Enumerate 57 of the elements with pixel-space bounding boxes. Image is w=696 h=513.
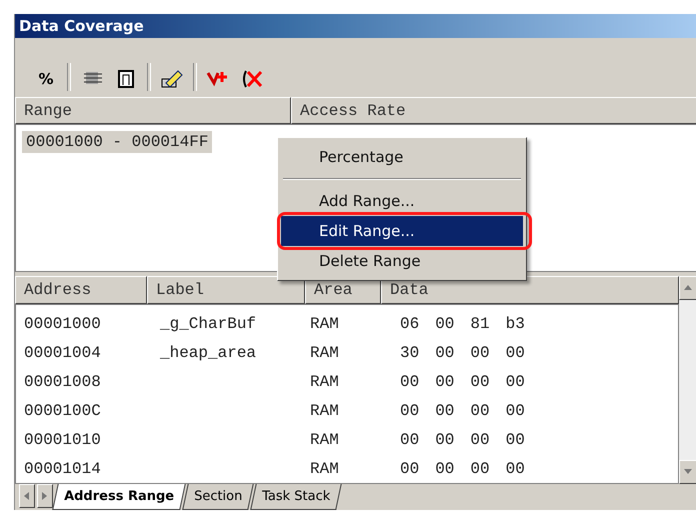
- column-header[interactable]: Range: [15, 96, 291, 124]
- area-cell-text: RAM: [310, 460, 340, 478]
- data-cell: 00: [435, 372, 454, 391]
- data-cell: 00: [470, 402, 490, 420]
- area-cell-text: RAM: [310, 402, 340, 420]
- address-cell-text: 00001010: [23, 430, 102, 449]
- data-cell: 00: [470, 460, 490, 478]
- window-title: Data Coverage: [15, 14, 696, 38]
- address-cell-text: 00001008: [23, 372, 102, 391]
- data-cell: 00: [435, 430, 454, 449]
- data-cell: 00: [400, 430, 420, 449]
- address-cell-text: 0000100C: [23, 402, 102, 420]
- tab[interactable]: Address Range: [52, 484, 186, 510]
- column-header[interactable]: Access Rate: [291, 96, 696, 124]
- pencil-icon: [160, 68, 184, 89]
- data-cell: 00: [435, 402, 454, 420]
- vertical-scrollbar[interactable]: [679, 276, 696, 484]
- address-cell-text: 00001004: [23, 344, 102, 362]
- menu-item[interactable]: Percentage: [281, 142, 523, 172]
- data-cell: 00: [470, 372, 490, 391]
- percentage-button[interactable]: %: [33, 66, 59, 91]
- data-cell: 00: [506, 430, 525, 449]
- data-cell: 06: [400, 314, 420, 333]
- data-cell: 30: [400, 344, 420, 362]
- tab[interactable]: Section: [182, 484, 254, 510]
- data-cell: 00: [435, 460, 454, 478]
- frame-icon: [118, 70, 134, 88]
- label-cell-text: _g_CharBuf: [160, 314, 258, 333]
- label-cell-text: _heap_area: [160, 344, 258, 362]
- data-cell: 00: [435, 314, 454, 333]
- data-cell: 81: [470, 314, 490, 333]
- data-cell: b3: [506, 314, 525, 333]
- area-cell-text: RAM: [310, 430, 340, 449]
- data-cell: 00: [470, 344, 490, 362]
- data-cell: 00: [506, 402, 525, 420]
- column-header[interactable]: Address: [15, 276, 147, 304]
- data-cell: 00: [506, 372, 525, 391]
- area-cell-text: RAM: [310, 372, 340, 391]
- delete-icon: [241, 68, 263, 89]
- menu-item[interactable]: Add Range...: [281, 186, 523, 216]
- range-row[interactable]: 00001000 - 000014FF: [22, 131, 212, 154]
- address-cell-text: 00001000: [23, 314, 102, 333]
- tab[interactable]: Task Stack: [250, 484, 342, 510]
- column-header[interactable]: Label: [147, 276, 305, 304]
- menu-item[interactable]: Delete Range: [281, 246, 523, 276]
- data-cell: 00: [506, 344, 525, 362]
- data-cell: 00: [400, 402, 420, 420]
- data-cell: 00: [435, 344, 454, 362]
- data-cell: 00: [400, 460, 420, 478]
- data-cell: 00: [470, 430, 490, 449]
- data-cell: 00: [400, 372, 420, 391]
- tab-scroll-left-icon[interactable]: [22, 491, 32, 502]
- menu-item[interactable]: Edit Range...: [281, 216, 523, 246]
- area-cell-text: RAM: [310, 344, 340, 362]
- data-cell: 00: [506, 460, 525, 478]
- address-cell-text: 00001014: [23, 460, 102, 478]
- area-cell-text: RAM: [310, 314, 340, 333]
